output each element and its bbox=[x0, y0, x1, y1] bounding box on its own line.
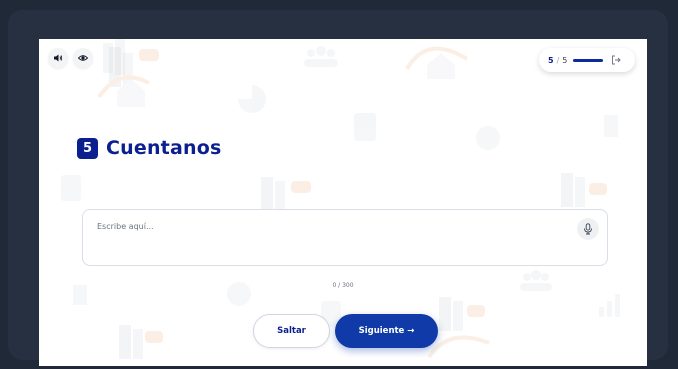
character-counter: 0 / 300 bbox=[332, 282, 354, 289]
speaker-icon bbox=[54, 54, 63, 62]
eye-icon bbox=[78, 55, 88, 61]
next-button[interactable]: Siguiente → bbox=[335, 314, 438, 348]
skip-button[interactable]: Saltar bbox=[253, 314, 330, 348]
visibility-toggle-button[interactable] bbox=[73, 48, 93, 68]
microphone-button[interactable] bbox=[577, 218, 599, 240]
sound-toggle-button[interactable] bbox=[48, 48, 68, 68]
progress-bar bbox=[573, 58, 604, 62]
question-number-badge: 5 bbox=[77, 137, 98, 159]
microphone-icon bbox=[584, 223, 592, 235]
exit-icon bbox=[612, 55, 622, 65]
progress-bar-fill bbox=[573, 58, 604, 62]
exit-button[interactable] bbox=[611, 55, 622, 65]
device-frame: 5 / 5 5 Cuentanos Escribe aquí... 0 / 30… bbox=[8, 10, 668, 366]
answer-placeholder: Escribe aquí... bbox=[97, 222, 154, 231]
progress-indicator: 5 / 5 bbox=[539, 48, 635, 72]
question-header: 5 Cuentanos bbox=[77, 137, 221, 159]
progress-separator: / bbox=[556, 55, 560, 65]
progress-total: 5 bbox=[562, 55, 568, 65]
survey-screen: 5 / 5 5 Cuentanos Escribe aquí... 0 / 30… bbox=[39, 39, 647, 366]
progress-current: 5 bbox=[548, 55, 554, 65]
question-title: Cuentanos bbox=[106, 137, 222, 159]
answer-input[interactable]: Escribe aquí... bbox=[82, 209, 608, 266]
